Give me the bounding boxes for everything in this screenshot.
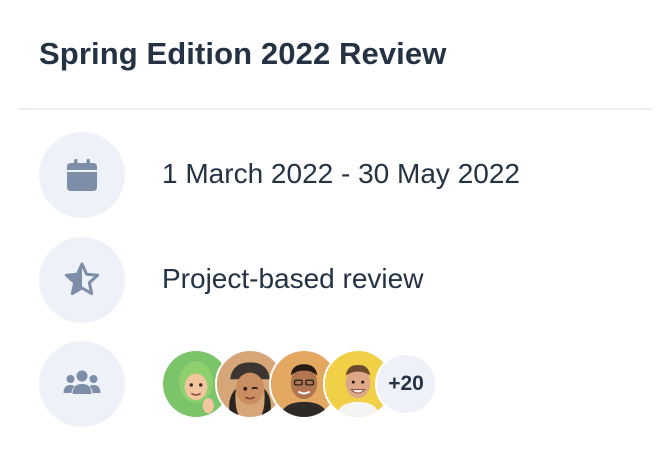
review-card: Spring Edition 2022 Review 1 March 2022 … [0,0,662,464]
review-dates: 1 March 2022 - 30 May 2022 [162,158,520,189]
review-title: Spring Edition 2022 Review [39,36,447,71]
review-type: Project-based review [162,263,424,294]
star-icon [64,262,100,296]
star-icon-badge [39,237,125,323]
calendar-icon [67,159,97,191]
participant-avatars[interactable]: +20 [161,349,461,421]
users-icon [63,370,101,394]
review-dates-row: 1 March 2022 - 30 May 2022 [39,132,639,218]
divider [18,108,652,110]
more-participants-badge[interactable]: +20 [375,353,437,415]
calendar-icon-badge [39,132,125,218]
participants-row: +20 [39,341,639,427]
review-type-row: Project-based review [39,237,639,323]
users-icon-badge [39,341,125,427]
